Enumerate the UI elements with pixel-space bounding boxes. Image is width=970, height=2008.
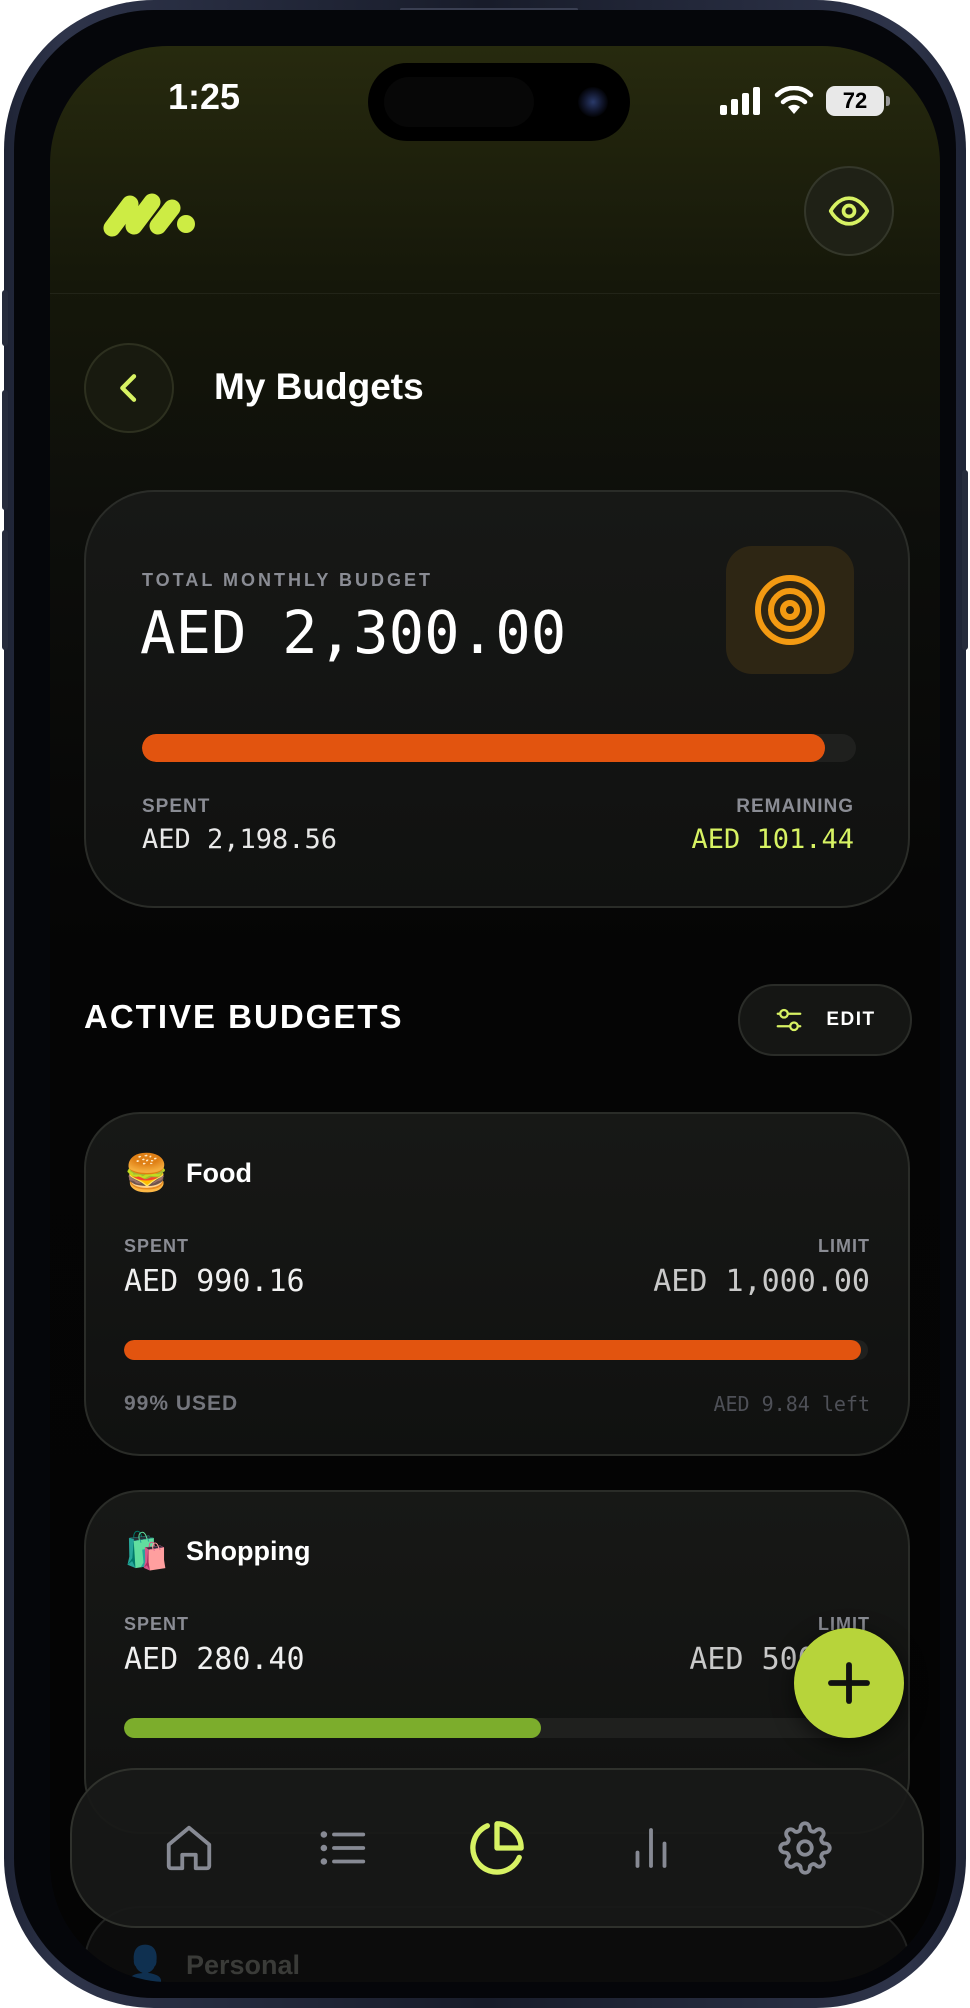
action-button [2,290,8,346]
amount-left: AED 9.84 left [713,1392,870,1416]
volume-up-button [2,390,8,510]
budget-progress-fill [124,1340,861,1360]
budget-name: Personal [186,1950,301,1980]
dynamic-island [368,63,630,141]
battery-level: 72 [842,88,868,113]
remaining-label: REMAINING [736,796,854,817]
person-icon: 👤 [124,1944,167,1982]
target-icon [755,575,825,645]
budget-progress-fill [124,1718,541,1738]
nav-home[interactable] [149,1808,229,1888]
m-logo-icon[interactable] [100,186,196,244]
edit-budgets-button[interactable]: EDIT [738,984,912,1056]
front-camera [578,87,608,117]
edit-label: EDIT [826,1009,876,1030]
percent-used: 99% USED [124,1392,239,1415]
nav-budgets[interactable] [457,1808,537,1888]
remaining-value: AED 101.44 [691,824,854,855]
face-id-sensor [384,77,534,127]
total-budget-card: TOTAL MONTHLY BUDGET AED 2,300.00 SPENT … [84,490,910,908]
spent-label: SPENT [124,1614,190,1634]
cellular-signal-icon [720,87,760,115]
phone-frame: 1:25 72 My Budgets TOTAL MONTHLY BUDGET … [2,0,968,2008]
budget-name: Food [186,1158,252,1188]
header-divider [50,293,940,294]
shopping-bags-icon: 🛍️ [124,1531,169,1572]
nav-transactions[interactable] [303,1808,383,1888]
budget-card-food[interactable]: 🍔 Food SPENT LIMIT AED 990.16 AED 1,000.… [84,1112,910,1456]
active-budgets-title: ACTIVE BUDGETS [84,998,404,1035]
screen: 1:25 72 My Budgets TOTAL MONTHLY BUDGET … [50,46,940,1982]
total-budget-progress-fill [142,734,825,762]
list-icon [320,1831,366,1865]
back-button[interactable] [84,343,174,433]
eye-icon [828,196,870,226]
sliders-icon [776,1008,802,1032]
status-icons: 72 [720,86,890,116]
home-icon [166,1825,212,1871]
nav-settings[interactable] [765,1808,845,1888]
nav-analytics[interactable] [611,1808,691,1888]
bezel: 1:25 72 My Budgets TOTAL MONTHLY BUDGET … [14,10,956,1998]
spent-label: SPENT [142,796,211,817]
limit-label: LIMIT [818,1236,870,1256]
pie-chart-icon [470,1821,524,1875]
add-budget-button[interactable] [794,1628,904,1738]
status-time: 1:25 [168,76,241,117]
total-budget-amount: AED 2,300.00 [140,598,567,667]
burger-icon: 🍔 [124,1153,169,1194]
settings-gear-icon [778,1821,832,1875]
plus-icon [828,1662,870,1704]
wifi-icon [774,86,814,114]
spent-value: AED 280.40 [124,1642,305,1677]
spent-value: AED 2,198.56 [142,824,338,855]
spent-value: AED 990.16 [124,1264,305,1299]
total-budget-progress [142,734,856,762]
page-title: My Budgets [214,366,424,407]
power-button [962,470,968,650]
bar-chart-icon [635,1828,667,1868]
budget-name: Shopping [186,1536,311,1566]
volume-down-button [2,530,8,650]
limit-value: AED 1,000.00 [653,1264,870,1299]
target-badge [726,546,854,674]
toggle-visibility-button[interactable] [804,166,894,256]
battery-icon: 72 [826,86,890,116]
bottom-nav [70,1768,924,1928]
spent-label: SPENT [124,1236,190,1256]
chevron-left-icon [120,374,137,402]
budget-progress [124,1718,868,1738]
total-budget-label: TOTAL MONTHLY BUDGET [142,570,434,590]
budget-progress [124,1340,868,1360]
